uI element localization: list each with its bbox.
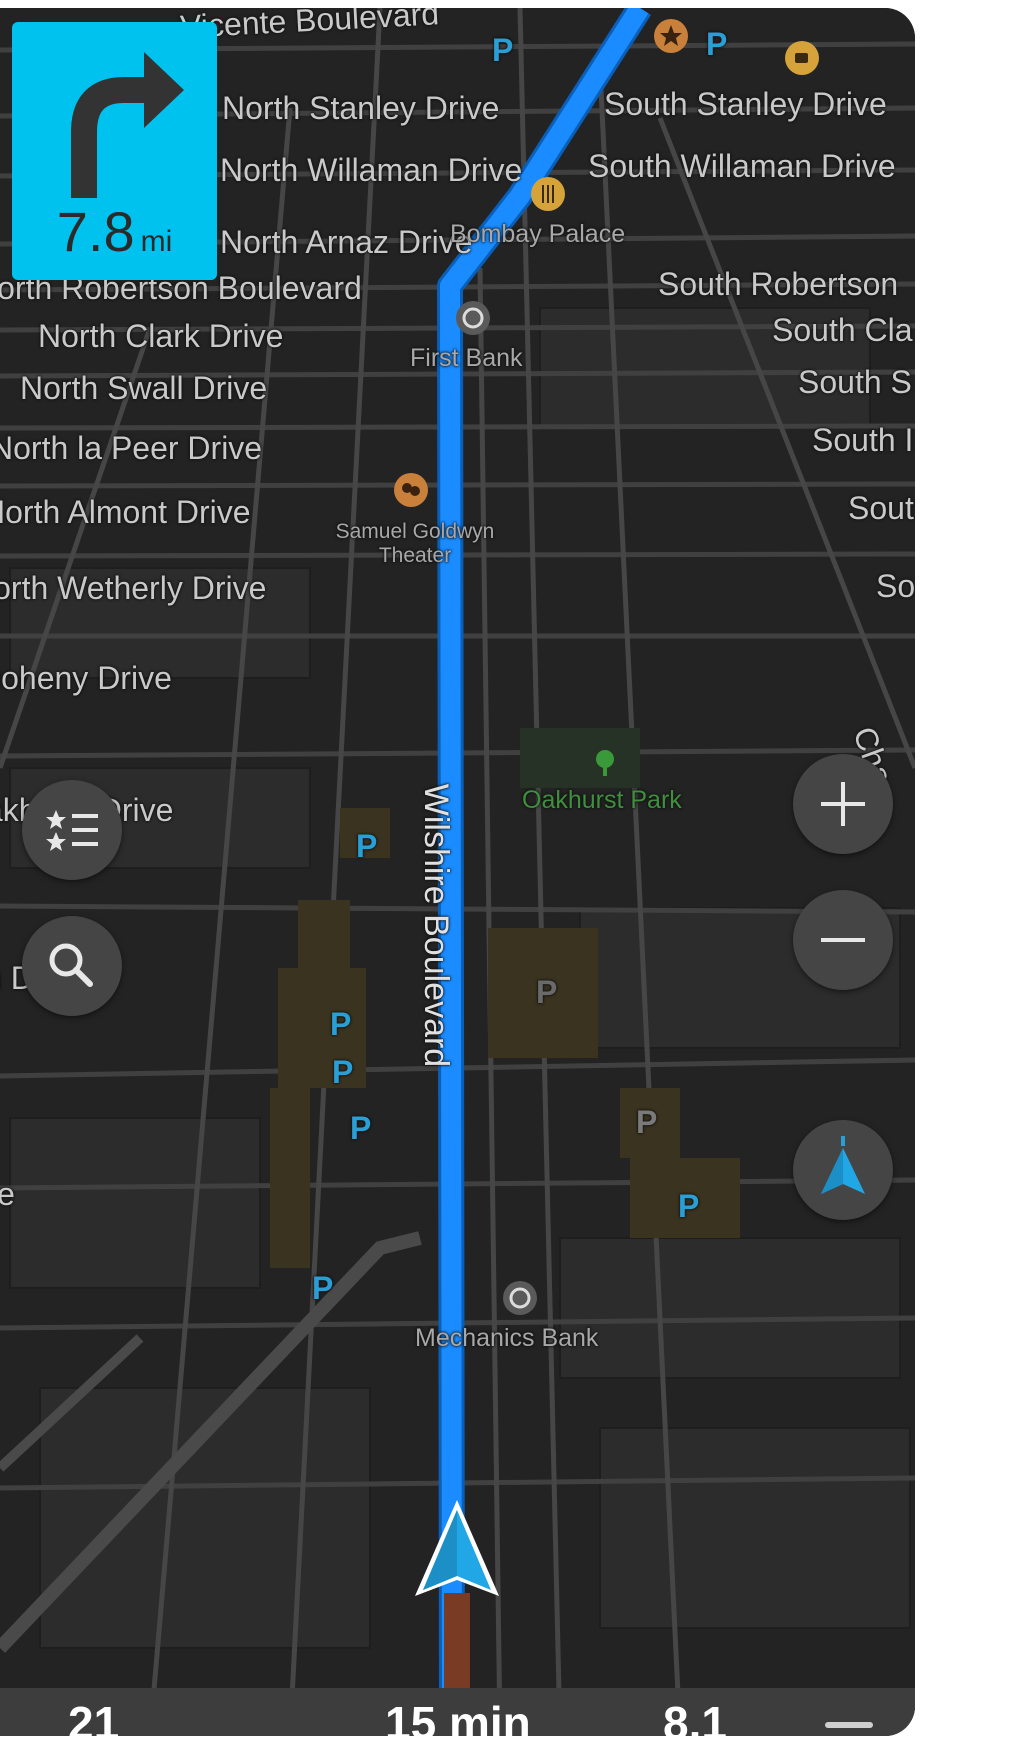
turn-distance-unit: mi: [140, 225, 173, 258]
street-label: South I: [812, 422, 914, 458]
minus-icon: [821, 938, 865, 942]
navigation-screen: Vicente Boulevard North Stanley Drive No…: [0, 8, 915, 1736]
remaining-time: 15 min: [385, 1697, 531, 1736]
parking-marker[interactable]: P: [536, 974, 557, 1011]
poi-label-restaurant: Bombay Palace: [450, 220, 626, 248]
tree-icon: [596, 750, 614, 776]
remaining-distance: 8.1: [663, 1697, 727, 1736]
route-street-label: Wilshire Boulevard: [417, 783, 456, 1068]
parking-marker[interactable]: P: [332, 1054, 353, 1091]
parking-marker[interactable]: P: [330, 1006, 351, 1043]
compass-button[interactable]: [793, 1120, 893, 1220]
street-label: Sout: [848, 490, 914, 526]
street-label: ive: [0, 1176, 15, 1212]
poi-label-bank: First Bank: [410, 344, 523, 372]
parking-marker[interactable]: P: [356, 828, 377, 865]
parking-marker[interactable]: P: [636, 1104, 657, 1141]
current-position-icon: [415, 1500, 499, 1596]
parking-marker[interactable]: P: [350, 1110, 371, 1147]
street-label: North la Peer Drive: [0, 430, 263, 466]
poi-label-theater: Samuel Goldwyn Theater: [335, 520, 495, 567]
search-icon: [49, 943, 93, 987]
bank-icon[interactable]: [502, 1280, 538, 1316]
street-label: Doheny Drive: [0, 660, 172, 696]
trip-summary-bar[interactable]: 21 15 min 8.1: [0, 1688, 915, 1736]
street-label: North Wetherly Drive: [0, 570, 267, 606]
parking-marker[interactable]: P: [678, 1188, 699, 1225]
arrival-time: 21: [68, 1697, 120, 1736]
street-label: South Willaman Drive: [588, 148, 896, 184]
parking-marker[interactable]: P: [706, 26, 727, 63]
plus-icon: [821, 782, 865, 826]
street-label: South S: [798, 364, 912, 400]
parking-marker[interactable]: P: [312, 1270, 333, 1307]
street-label: South Robertson: [658, 266, 899, 302]
zoom-out-button[interactable]: [793, 890, 893, 990]
street-label: North Arnaz Drive: [220, 224, 473, 260]
search-button[interactable]: [22, 916, 122, 1016]
street-label: South Stanley Drive: [604, 86, 887, 122]
turn-distance: 7.8 mi: [12, 199, 217, 264]
turn-right-icon: [71, 52, 184, 198]
street-label: North Stanley Drive: [222, 90, 500, 126]
bank-icon[interactable]: [455, 300, 491, 336]
north-arrow-icon: [821, 1136, 865, 1194]
zoom-in-button[interactable]: [793, 754, 893, 854]
turn-distance-value: 7.8: [56, 200, 135, 263]
street-label: North Willaman Drive: [220, 152, 523, 188]
street-label: So: [876, 568, 915, 604]
theater-icon[interactable]: [393, 472, 429, 508]
street-label: North Swall Drive: [20, 370, 268, 406]
poi-label-park: Oakhurst Park: [522, 786, 682, 814]
star-list-icon: [46, 810, 98, 851]
street-label: North Almont Drive: [0, 494, 251, 530]
poi-label-bank: Mechanics Bank: [415, 1324, 599, 1352]
parking-marker[interactable]: P: [492, 32, 513, 69]
drawer-handle[interactable]: [825, 1722, 873, 1728]
favorites-button[interactable]: [22, 780, 122, 880]
street-label: North Clark Drive: [38, 318, 284, 354]
next-turn-card[interactable]: 7.8 mi: [12, 22, 217, 280]
restaurant-icon[interactable]: [530, 176, 566, 212]
street-label: South Cla: [772, 312, 913, 348]
star-poi-icon[interactable]: [653, 18, 689, 54]
cafe-icon[interactable]: [784, 40, 820, 76]
